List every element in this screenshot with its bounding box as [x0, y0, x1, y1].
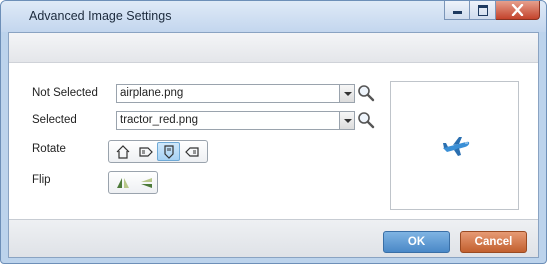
close-icon: [511, 4, 524, 16]
not-selected-dropdown[interactable]: airplane.png: [116, 84, 355, 103]
flip-toolbar: [108, 171, 158, 194]
flip-vertical-button[interactable]: [134, 173, 157, 192]
close-button[interactable]: [496, 1, 540, 20]
rotate-down-icon: [163, 144, 174, 159]
flip-vertical-icon: [140, 177, 152, 188]
flip-horizontal-icon: [116, 177, 129, 188]
maximize-button[interactable]: [470, 1, 496, 20]
window-controls: [444, 1, 540, 21]
cancel-button[interactable]: Cancel: [460, 231, 527, 253]
selected-dropdown[interactable]: tractor_red.png: [116, 111, 355, 130]
window-title: Advanced Image Settings: [29, 9, 172, 23]
image-preview: [390, 81, 519, 210]
dialog-window: Advanced Image Settings Not Selected air…: [0, 0, 547, 264]
ok-button[interactable]: OK: [383, 231, 450, 253]
rotate-home-button[interactable]: [111, 142, 134, 161]
settings-panel: Not Selected airplane.png Selected tract…: [9, 64, 538, 217]
rotate-left-icon: [184, 146, 199, 157]
flip-horizontal-button[interactable]: [111, 173, 134, 192]
not-selected-label: Not Selected: [32, 87, 98, 99]
rotate-toolbar: [108, 140, 208, 163]
search-icon[interactable]: [357, 84, 375, 102]
rotate-home-icon: [116, 144, 129, 159]
rotate-down-button[interactable]: [157, 142, 180, 161]
rotate-label: Rotate: [32, 143, 66, 155]
title-bar[interactable]: Advanced Image Settings: [1, 1, 546, 32]
rotate-right-button[interactable]: [134, 142, 157, 161]
chevron-down-icon[interactable]: [339, 112, 354, 129]
rotate-right-icon: [138, 146, 153, 157]
search-icon[interactable]: [357, 111, 375, 129]
minimize-button[interactable]: [444, 1, 470, 20]
header-band: [9, 33, 538, 63]
not-selected-value: airplane.png: [120, 87, 184, 99]
dialog-body: Not Selected airplane.png Selected tract…: [8, 32, 539, 258]
dialog-footer: OK Cancel: [9, 219, 538, 257]
chevron-down-icon[interactable]: [339, 85, 354, 102]
flip-label: Flip: [32, 174, 51, 186]
selected-label: Selected: [32, 114, 77, 126]
airplane-icon: [443, 137, 470, 156]
rotate-left-button[interactable]: [180, 142, 203, 161]
selected-value: tractor_red.png: [120, 114, 198, 126]
